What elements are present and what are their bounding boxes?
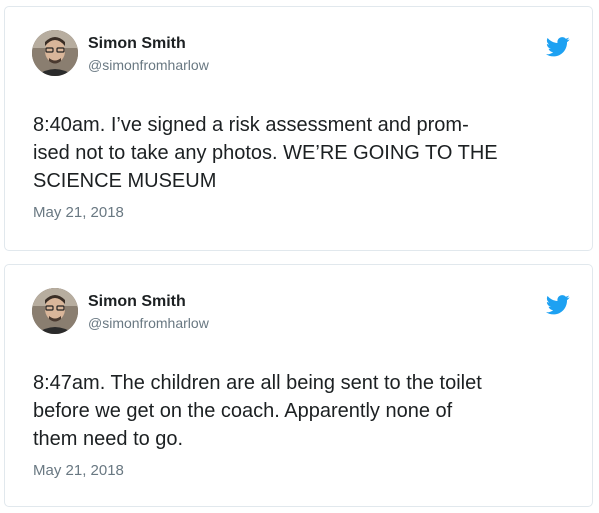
author-name[interactable]: Simon Smith (88, 35, 186, 53)
tweet-text: 8:40am. I’ve signed a risk assessment an… (33, 114, 498, 192)
tweet-card[interactable]: Simon Smith @simonfromharlow 8:47am. The… (4, 264, 593, 507)
avatar-icon (32, 288, 78, 334)
author-handle[interactable]: @simonfromharlow (88, 315, 209, 331)
avatar-icon (32, 30, 78, 76)
avatar[interactable] (32, 288, 78, 334)
tweet-date[interactable]: May 21, 2018 (33, 204, 124, 221)
avatar[interactable] (32, 30, 78, 76)
author-name[interactable]: Simon Smith (88, 293, 186, 311)
twitter-bird-icon[interactable] (546, 295, 570, 315)
tweet-text: 8:47am. The children are all being sent … (33, 372, 482, 450)
author-handle[interactable]: @simonfromharlow (88, 57, 209, 73)
twitter-bird-icon[interactable] (546, 37, 570, 57)
tweet-date[interactable]: May 21, 2018 (33, 462, 124, 479)
tweet-card[interactable]: Simon Smith @simonfromharlow 8:40am. I’v… (4, 6, 593, 251)
tweet-header: Simon Smith @simonfromharlow (5, 7, 592, 87)
tweet-header: Simon Smith @simonfromharlow (5, 265, 592, 345)
